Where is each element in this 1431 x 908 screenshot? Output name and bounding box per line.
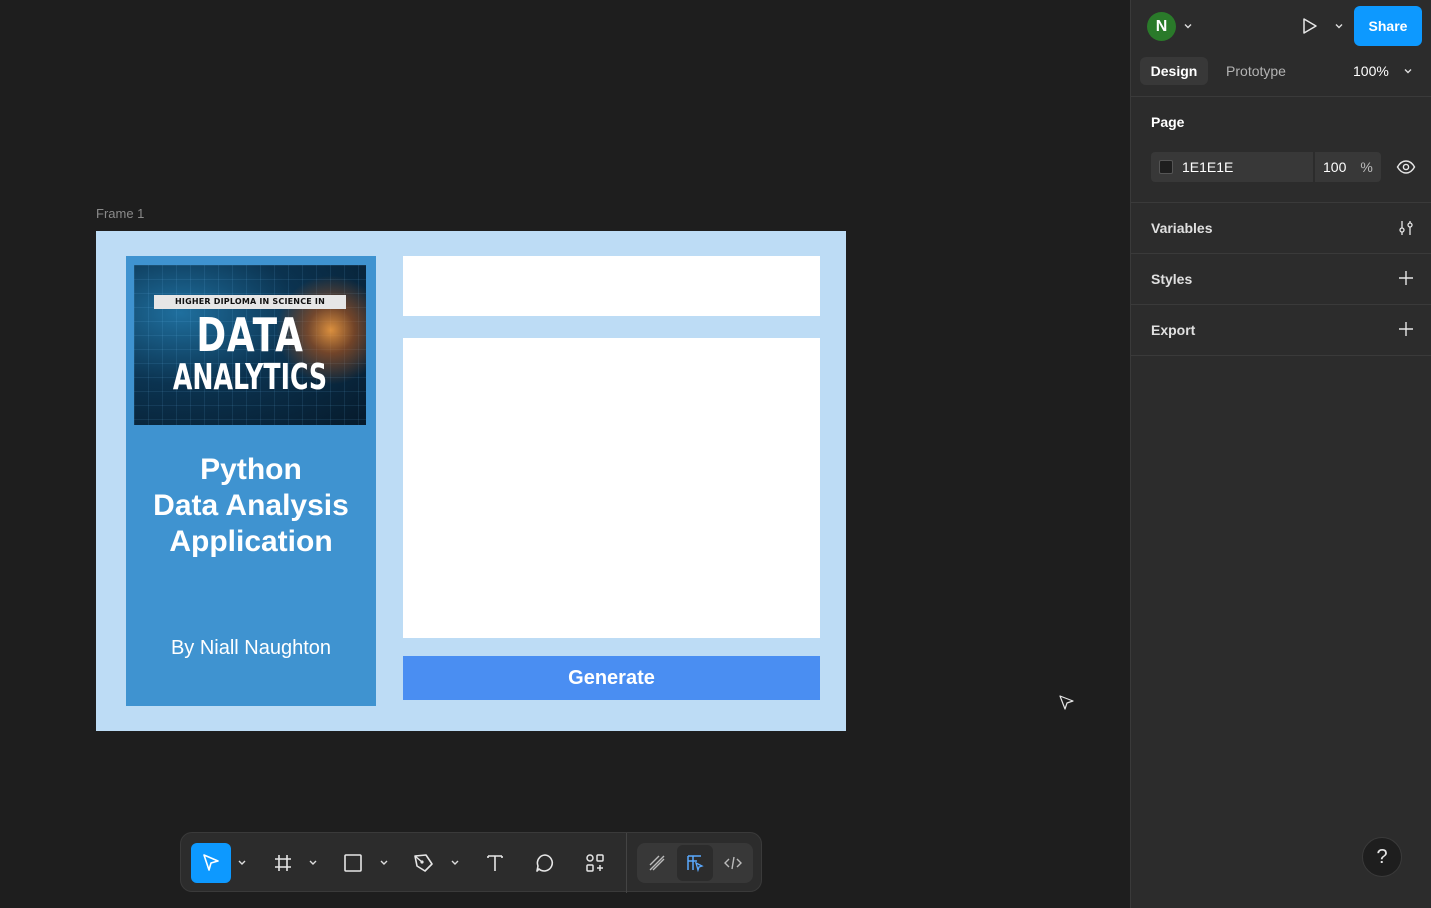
side-card[interactable]: HIGHER DIPLOMA IN SCIENCE IN DATA ANALYT… <box>126 256 376 706</box>
divider <box>1131 253 1431 254</box>
divider <box>1131 355 1431 356</box>
frame-tool-chevron-icon[interactable] <box>308 855 318 871</box>
app-title-line3: Application <box>169 525 333 558</box>
avatar-chevron-down-icon[interactable] <box>1183 21 1193 31</box>
comment-bubble-icon <box>536 854 554 872</box>
app-title-line1: Python <box>200 453 302 486</box>
mouse-cursor-icon <box>1059 695 1074 710</box>
page-opacity-field[interactable]: 100 % <box>1315 152 1381 182</box>
variables-section-title[interactable]: Variables <box>1151 220 1213 236</box>
design-mode-icon <box>687 855 704 873</box>
comment-tool-button[interactable] <box>525 843 565 883</box>
move-cursor-icon <box>203 854 219 871</box>
mode-switcher <box>637 843 753 883</box>
frame-label[interactable]: Frame 1 <box>96 206 144 221</box>
export-section-title[interactable]: Export <box>1151 322 1195 338</box>
shape-tool-chevron-icon[interactable] <box>379 855 389 871</box>
help-button[interactable]: ? <box>1362 837 1402 877</box>
cover-banner-text: HIGHER DIPLOMA IN SCIENCE IN <box>175 297 325 306</box>
output-area[interactable] <box>403 338 820 638</box>
page-color-hex[interactable]: 1E1E1E <box>1182 159 1233 175</box>
divider <box>1131 202 1431 203</box>
cover-title-line2: ANALYTICS <box>172 357 328 398</box>
zoom-level[interactable]: 100% <box>1353 57 1389 85</box>
generate-button[interactable]: Generate <box>403 656 820 700</box>
zoom-chevron-down-icon[interactable] <box>1403 66 1413 76</box>
toolbar-divider <box>626 833 627 893</box>
variables-settings-icon[interactable] <box>1396 218 1416 238</box>
design-mode-button[interactable] <box>677 845 713 881</box>
page-opacity-value[interactable]: 100 <box>1323 159 1346 175</box>
input-box[interactable] <box>403 256 820 316</box>
actions-grid-icon <box>586 854 604 872</box>
pen-tool-button[interactable] <box>404 843 444 883</box>
cover-title-line1: DATA <box>196 308 304 362</box>
add-export-plus-icon[interactable] <box>1396 319 1416 339</box>
play-icon[interactable] <box>1299 16 1319 36</box>
properties-panel: N Share Design Prototype 100% Page 1E1E1… <box>1130 0 1431 908</box>
divider <box>1131 304 1431 305</box>
actions-tool-button[interactable] <box>575 843 615 883</box>
page-color-field[interactable]: 1E1E1E <box>1151 152 1313 182</box>
rectangle-icon <box>344 854 362 872</box>
draw-pencil-icon <box>649 855 665 871</box>
move-tool-chevron-icon[interactable] <box>237 855 247 871</box>
cover-banner: HIGHER DIPLOMA IN SCIENCE IN <box>154 295 346 309</box>
page-opacity-unit: % <box>1360 159 1373 175</box>
draw-mode-button[interactable] <box>639 845 675 881</box>
add-style-plus-icon[interactable] <box>1396 268 1416 288</box>
frame-tool-button[interactable] <box>263 843 303 883</box>
visibility-eye-icon[interactable] <box>1396 157 1416 177</box>
text-tool-button[interactable] <box>475 843 515 883</box>
move-tool-button[interactable] <box>191 843 231 883</box>
page-section-title: Page <box>1151 114 1185 130</box>
color-swatch[interactable] <box>1159 160 1173 174</box>
app-title-line2: Data Analysis <box>153 489 349 522</box>
frame[interactable]: HIGHER DIPLOMA IN SCIENCE IN DATA ANALYT… <box>96 231 846 731</box>
present-chevron-down-icon[interactable] <box>1334 21 1344 31</box>
tab-prototype[interactable]: Prototype <box>1217 57 1295 85</box>
pen-icon <box>414 854 433 872</box>
text-icon <box>487 855 503 871</box>
shape-tool-button[interactable] <box>333 843 373 883</box>
bottom-toolbar <box>180 832 762 893</box>
app-title[interactable]: Python Data Analysis Application <box>126 452 376 560</box>
avatar[interactable]: N <box>1147 12 1176 41</box>
author-text[interactable]: By Niall Naughton <box>126 637 376 660</box>
cover-image[interactable]: HIGHER DIPLOMA IN SCIENCE IN DATA ANALYT… <box>134 265 366 425</box>
tab-design[interactable]: Design <box>1140 57 1208 85</box>
divider <box>1131 96 1431 97</box>
frame-hash-icon <box>275 855 291 871</box>
canvas[interactable]: Frame 1 HIGHER DIPLOMA IN SCIENCE IN DAT… <box>0 0 1130 908</box>
dev-mode-button[interactable] <box>715 845 751 881</box>
share-button[interactable]: Share <box>1354 6 1422 46</box>
pen-tool-chevron-icon[interactable] <box>450 855 460 871</box>
code-icon <box>724 856 742 870</box>
styles-section-title[interactable]: Styles <box>1151 271 1192 287</box>
